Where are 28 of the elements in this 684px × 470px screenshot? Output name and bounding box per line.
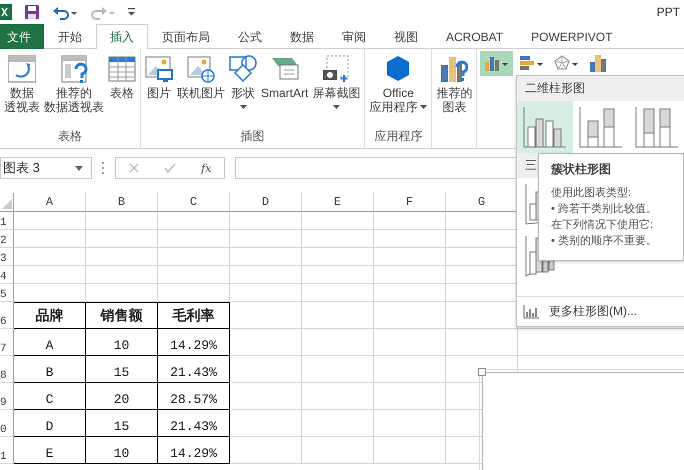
- section-header: 二维柱形图: [517, 76, 684, 101]
- table-cell: B: [14, 356, 86, 383]
- table-cell: E: [14, 437, 86, 464]
- tooltip-text: 在下列情况下使用它:: [551, 218, 654, 233]
- table-cell: 14.29%: [158, 437, 230, 464]
- window-title: PPT: [656, 5, 680, 19]
- table-cell: A: [14, 329, 86, 356]
- table-cell: D: [14, 410, 86, 437]
- table-cell: 10: [86, 437, 158, 464]
- column-heading-cell: 销售额: [86, 302, 158, 329]
- table-cell: 21.43%: [158, 410, 230, 437]
- table-cell: C: [14, 383, 86, 410]
- tooltip-title: 簇状柱形图: [551, 161, 612, 178]
- tooltip-text: 使用此图表类型:: [551, 186, 632, 201]
- group-label: 应用程序: [374, 128, 422, 145]
- group-label: 插图: [240, 128, 265, 145]
- table-cell: 28.57%: [158, 383, 230, 410]
- table-cell: 14.29%: [158, 329, 230, 356]
- table-cell: 10: [86, 329, 158, 356]
- table-cell: 20: [86, 383, 158, 410]
- column-heading-cell: 品牌: [14, 302, 86, 329]
- table-cell: 21.43%: [158, 356, 230, 383]
- table-cell: 15: [86, 356, 158, 383]
- table-cell: 15: [86, 410, 158, 437]
- column-heading-cell: 毛利率: [158, 302, 230, 329]
- group-label: 表格: [58, 128, 82, 145]
- tooltip-text: • 跨若干类别比较值。: [551, 202, 658, 217]
- tooltip-text: • 类别的顺序不重要。: [551, 234, 658, 249]
